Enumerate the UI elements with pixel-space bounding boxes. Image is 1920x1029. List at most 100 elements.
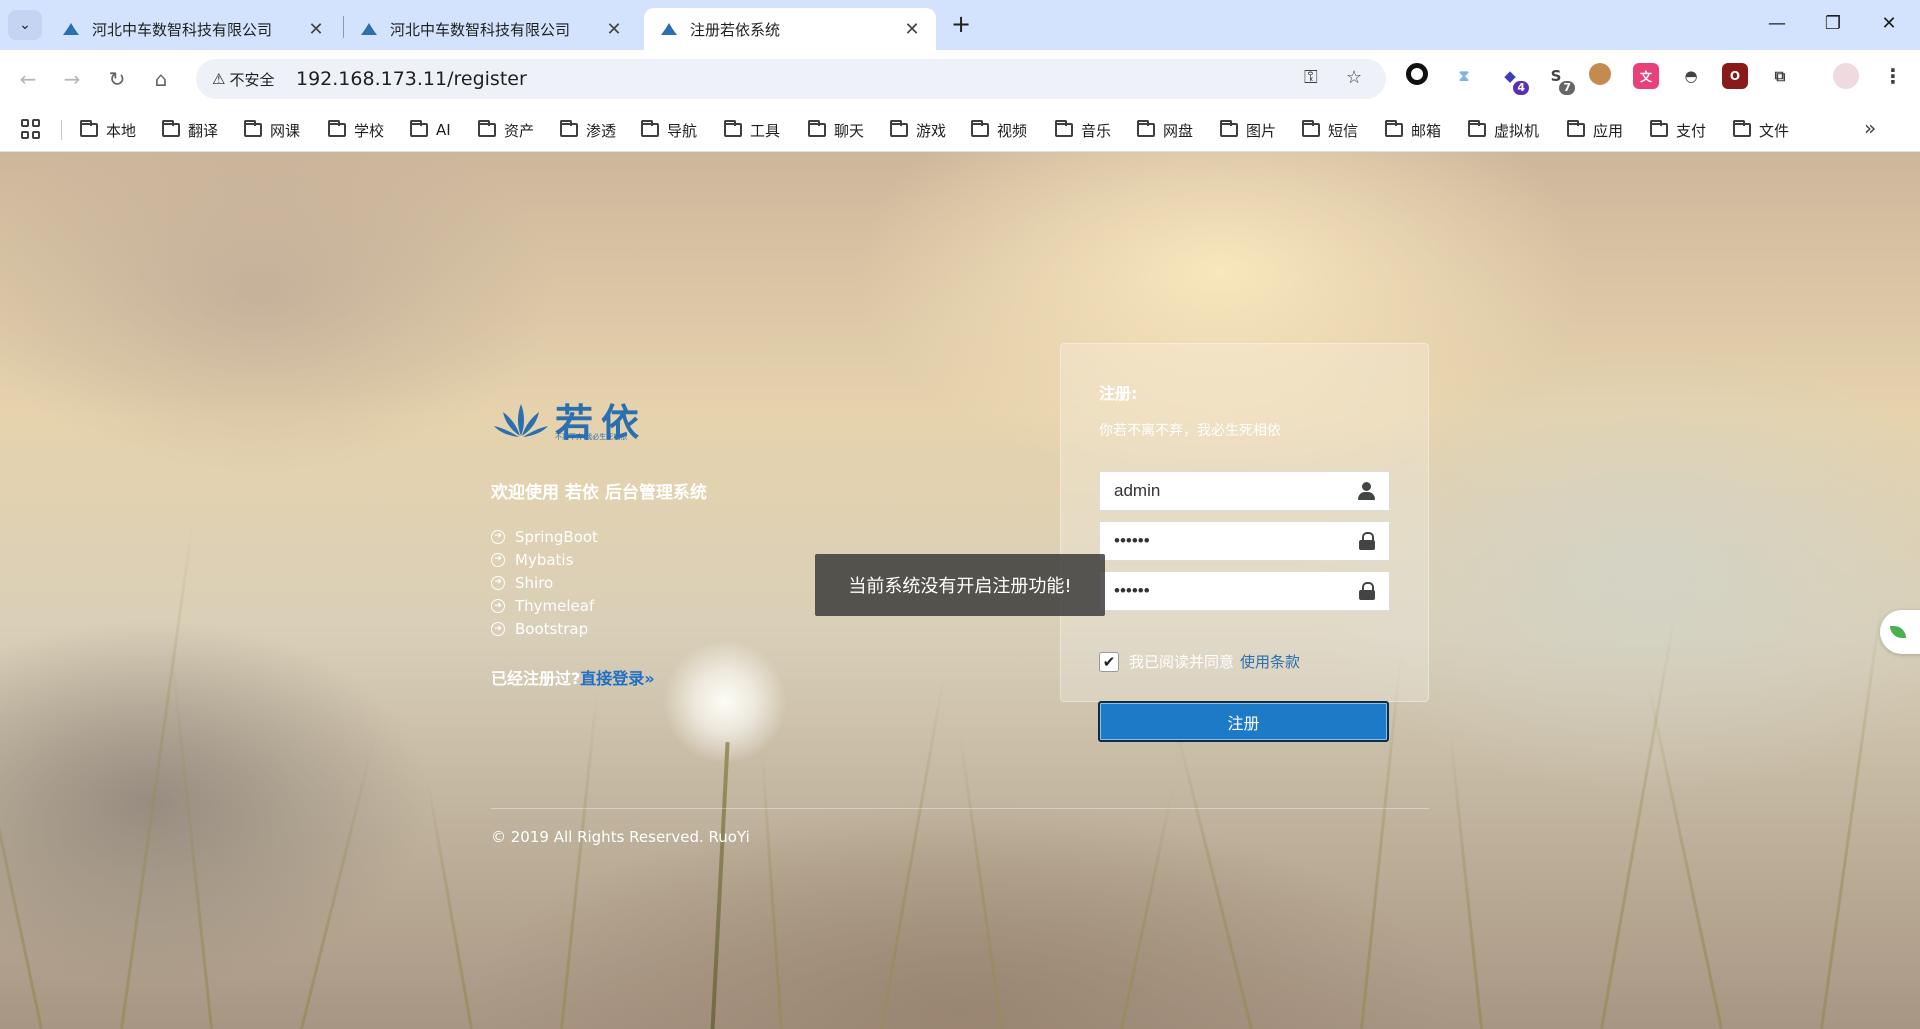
extensions-puzzle-icon[interactable]: ⧉ (1767, 63, 1793, 89)
folder-icon (328, 120, 346, 137)
bookmark-folder[interactable]: 本地 (80, 117, 136, 143)
extension-hourglass-icon[interactable]: ⧗ (1451, 63, 1477, 89)
bookmark-folder[interactable]: 短信 (1302, 117, 1358, 143)
extension-language-icon[interactable]: 文 (1633, 63, 1659, 89)
extension-red-icon[interactable]: O (1722, 63, 1748, 89)
extension-cookie-icon[interactable] (1589, 63, 1611, 85)
bookmark-label: 邮箱 (1411, 121, 1442, 140)
ruoyi-favicon-icon (661, 23, 677, 35)
bookmark-folder[interactable]: 文件 (1733, 117, 1789, 143)
forward-button[interactable]: → (57, 64, 87, 94)
bookmark-folder[interactable]: 学校 (328, 117, 384, 143)
reload-button[interactable]: ↻ (102, 64, 132, 94)
bookmark-folder[interactable]: 翻译 (162, 117, 218, 143)
menu-kebab-icon[interactable]: ⋮ (1880, 63, 1906, 89)
bookmark-folder[interactable]: 游戏 (890, 117, 946, 143)
tech-label: Mybatis (515, 550, 574, 569)
bookmark-folder[interactable]: AI (410, 117, 451, 143)
login-link[interactable]: 直接登录» (580, 669, 654, 688)
tab-1[interactable]: 河北中车数智科技有限公司 ✕ (46, 8, 340, 50)
grass-blade (300, 737, 376, 1029)
bookmark-folder[interactable]: 聊天 (808, 117, 864, 143)
back-button[interactable]: ← (13, 64, 43, 94)
circle-arrow-icon: ➜ (491, 529, 505, 544)
lock-icon (1357, 581, 1377, 601)
url-text[interactable]: 192.168.173.11/register (296, 68, 527, 90)
close-icon[interactable]: ✕ (902, 19, 922, 40)
circle-arrow-icon: ➜ (491, 599, 505, 614)
tech-label: Thymeleaf (515, 597, 595, 616)
window-close-button[interactable]: ✕ (1866, 10, 1912, 40)
bookmark-label: 短信 (1328, 121, 1359, 140)
bookmark-label: 音乐 (1081, 121, 1112, 140)
home-button[interactable]: ⌂ (146, 64, 176, 94)
close-icon[interactable]: ✕ (604, 19, 624, 40)
apps-grid-icon[interactable] (21, 119, 41, 139)
tech-label: SpringBoot (515, 527, 598, 546)
bookmarks-bar: 本地 翻译 网课 学校 AI 资产 渗透 导航 工具 聊天 游戏 视频 音乐 网盘 图片 短信 邮箱 虚拟机 应用 支… (0, 108, 1920, 152)
welcome-heading: 欢迎使用 若依 后台管理系统 (491, 483, 707, 503)
tab-2[interactable]: 河北中车数智科技有限公司 ✕ (344, 8, 638, 50)
folder-icon (971, 120, 989, 137)
bookmark-folder[interactable]: 资产 (478, 117, 534, 143)
profile-avatar[interactable] (1833, 63, 1859, 89)
tab-search-button[interactable]: ⌄ (8, 10, 42, 40)
tab-title: 河北中车数智科技有限公司 (92, 20, 273, 39)
close-icon[interactable]: ✕ (306, 19, 326, 40)
folder-icon (80, 120, 98, 137)
bookmark-folder[interactable]: 导航 (641, 117, 697, 143)
confirm-password-input[interactable] (1100, 572, 1340, 610)
background-stem (710, 742, 730, 1029)
bookmark-star-icon[interactable]: ☆ (1346, 67, 1362, 88)
bookmark-folder[interactable]: 应用 (1567, 117, 1623, 143)
bookmark-folder[interactable]: 工具 (724, 117, 780, 143)
bookmark-folder[interactable]: 图片 (1220, 117, 1276, 143)
logo-subtext: 不离不弃 我必生死相依 (555, 433, 628, 441)
bookmarks-overflow-icon[interactable]: » (1864, 116, 1876, 140)
folder-icon (1055, 120, 1073, 137)
extension-hat-icon[interactable]: ◓ (1678, 63, 1704, 89)
bookmark-label: 支付 (1676, 121, 1707, 140)
ruoyi-logo: 若依 不离不弃 我必生死相依 (493, 392, 647, 447)
bookmark-folder[interactable]: 视频 (971, 117, 1027, 143)
bookmark-folder[interactable]: 网盘 (1137, 117, 1193, 143)
register-button[interactable]: 注册 (1098, 701, 1389, 742)
agree-checkbox[interactable]: ✔ (1099, 651, 1119, 672)
security-chip[interactable]: ⚠ 不安全 (206, 66, 282, 92)
terms-link[interactable]: 使用条款 (1240, 651, 1300, 672)
list-item: ➜ Shiro (491, 571, 598, 594)
restore-button[interactable]: ❐ (1810, 10, 1856, 40)
lock-icon (1357, 531, 1377, 551)
bookmark-label: 网盘 (1163, 121, 1194, 140)
register-panel: 注册: 你若不离不弃，我必生死相依 ✔ 我已阅读并同意 使用条款 (1060, 343, 1429, 702)
extension-circle-icon[interactable] (1406, 63, 1428, 85)
bookmark-label: 资产 (504, 121, 535, 140)
password-input[interactable] (1100, 522, 1340, 560)
password-field[interactable] (1099, 521, 1390, 561)
minimize-button[interactable]: — (1754, 10, 1800, 40)
username-field[interactable] (1099, 471, 1390, 511)
bookmark-folder[interactable]: 音乐 (1055, 117, 1111, 143)
new-tab-button[interactable]: + (948, 12, 974, 38)
bookmark-folder[interactable]: 虚拟机 (1468, 117, 1539, 143)
extension-graduation-icon[interactable]: ◆ 4 (1497, 63, 1529, 95)
username-input[interactable] (1100, 472, 1340, 510)
circle-arrow-icon: ➜ (491, 575, 505, 590)
bookmark-folder[interactable]: 支付 (1650, 117, 1706, 143)
address-bar[interactable]: ⚠ 不安全 192.168.173.11/register ⚿ ☆ (196, 59, 1386, 99)
bookmark-folder[interactable]: 渗透 (560, 117, 616, 143)
bookmark-folder[interactable]: 邮箱 (1385, 117, 1441, 143)
tab-3-active[interactable]: 注册若依系统 ✕ (644, 8, 936, 50)
folder-icon (1385, 120, 1403, 137)
bookmark-label: 网课 (270, 121, 301, 140)
confirm-password-field[interactable] (1099, 571, 1390, 611)
password-key-icon[interactable]: ⚿ (1304, 67, 1318, 88)
extension-translate-icon[interactable]: S7 (1543, 63, 1575, 95)
grass-blade (1448, 730, 1483, 1029)
bookmark-folder[interactable]: 网课 (244, 117, 300, 143)
list-item: ➜ Mybatis (491, 548, 598, 571)
grass-blade (1820, 593, 1885, 1029)
side-floating-widget[interactable] (1880, 610, 1920, 654)
bookmark-label: 游戏 (916, 121, 947, 140)
list-item: ➜ SpringBoot (491, 525, 598, 548)
